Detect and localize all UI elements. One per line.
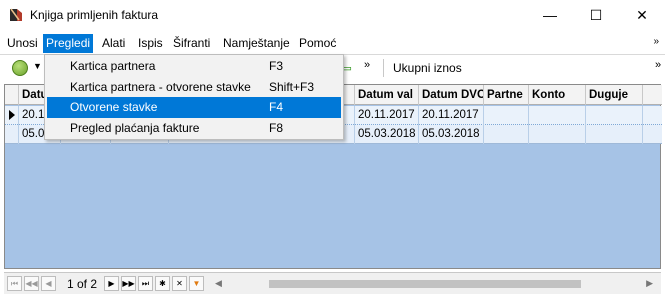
menu-item-shortcut: F4 [269, 100, 284, 114]
prev-record-button[interactable]: ◀ [41, 276, 56, 291]
cell-konto[interactable] [529, 125, 586, 144]
scrollbar-thumb[interactable] [269, 280, 581, 288]
maximize-icon: ☐ [589, 6, 603, 23]
current-row-icon [9, 110, 15, 120]
cell-datum-valute[interactable]: 05.03.2018 [355, 125, 419, 144]
app-icon [10, 8, 22, 21]
cell[interactable] [643, 106, 662, 125]
cell-partner[interactable] [484, 106, 529, 125]
close-button[interactable]: ✕ [619, 0, 665, 30]
first-page-button[interactable]: ⏮ [7, 276, 22, 291]
toolbar-divider [383, 59, 384, 77]
menu-item-shortcut: Shift+F3 [269, 80, 315, 94]
cell[interactable] [643, 125, 662, 144]
close-icon: ✕ [636, 6, 648, 23]
toolbar-overflow-icon[interactable]: » [364, 59, 370, 71]
prev-page-button[interactable]: ◀◀ [24, 276, 39, 291]
menu-item-otvorene-stavke[interactable]: Otvorene stavke F4 [47, 97, 341, 118]
minimize-button[interactable]: — [527, 0, 573, 30]
menu-item-shortcut: F8 [269, 121, 284, 135]
filter-icon[interactable]: ▼ [189, 276, 204, 291]
window-title: Knjiga primljenih faktura [30, 8, 159, 22]
row-selector[interactable] [5, 125, 19, 144]
scroll-right-icon[interactable]: ▶ [646, 278, 653, 289]
header-indicator [5, 85, 19, 105]
menu-item-pregled-placanja[interactable]: Pregled plaćanja fakture F8 [47, 118, 341, 139]
next-record-button[interactable]: ▶ [104, 276, 119, 291]
refresh-icon[interactable] [12, 60, 28, 76]
next-page-button[interactable]: ▶▶ [121, 276, 136, 291]
menu-label: Unosi [7, 36, 38, 50]
minimize-icon: — [543, 7, 557, 23]
horizontal-scrollbar[interactable]: ◀ ▶ [215, 276, 655, 292]
last-page-button[interactable]: ⏭ [138, 276, 153, 291]
menu-item-kartica-partnera[interactable]: Kartica partnera F3 [47, 56, 341, 77]
header-datum-valute[interactable]: Datum val [355, 85, 419, 105]
menu-pregledi[interactable]: Pregledi [43, 34, 94, 53]
pregledi-dropdown-menu: Kartica partnera F3 Kartica partnera - o… [44, 54, 344, 140]
chevron-down-icon[interactable]: ▼ [33, 61, 42, 71]
delete-record-icon[interactable]: ✕ [172, 276, 187, 291]
menu-bar: Unosi Pregledi Alati Ispis Šifranti Namj… [0, 33, 665, 54]
menu-label: Šifranti [173, 36, 211, 50]
menu-label: Pregledi [46, 36, 91, 50]
menu-item-label: Pregled plaćanja fakture [70, 121, 200, 135]
cell-datum-dvo[interactable]: 20.11.2017 [419, 106, 484, 125]
scroll-left-icon[interactable]: ◀ [215, 278, 222, 289]
page-indicator: 1 of 2 [66, 277, 98, 291]
header-partner[interactable]: Partne [484, 85, 529, 105]
row-selector[interactable] [5, 106, 19, 125]
menu-label: Ispis [138, 36, 163, 50]
menu-item-shortcut: F3 [269, 59, 284, 73]
toolbar-overflow-right-icon[interactable]: » [655, 59, 661, 71]
header-col10[interactable] [643, 85, 662, 105]
header-datum-dvo[interactable]: Datum DVC [419, 85, 484, 105]
menu-ispis[interactable]: Ispis [135, 34, 166, 53]
menu-sifranti[interactable]: Šifranti [170, 34, 213, 53]
total-amount-label: Ukupni iznos [393, 61, 462, 75]
menu-unosi[interactable]: Unosi [4, 34, 41, 53]
menu-overflow-icon[interactable]: » [653, 36, 659, 47]
header-konto[interactable]: Konto [529, 85, 586, 105]
menu-label: Alati [102, 36, 126, 50]
menu-item-label: Kartica partnera [70, 59, 156, 73]
title-bar: Knjiga primljenih faktura — ☐ ✕ [0, 0, 665, 30]
cell-konto[interactable] [529, 106, 586, 125]
cell-datum-valute[interactable]: 20.11.2017 [355, 106, 419, 125]
grid-navigator: ⏮ ◀◀ ◀ 1 of 2 ▶ ▶▶ ⏭ ✱ ✕ ▼ ◀ ▶ [4, 272, 661, 294]
cell-duguje[interactable] [586, 125, 643, 144]
new-record-icon[interactable]: ✱ [155, 276, 170, 291]
menu-namjestanje[interactable]: Namještanje [220, 34, 293, 53]
cell-partner[interactable] [484, 125, 529, 144]
menu-item-label: Kartica partnera - otvorene stavke [70, 80, 251, 94]
header-duguje[interactable]: Duguje [586, 85, 643, 105]
menu-item-kartica-partnera-otvorene[interactable]: Kartica partnera - otvorene stavke Shift… [47, 77, 341, 98]
cell-duguje[interactable] [586, 106, 643, 125]
maximize-button[interactable]: ☐ [573, 0, 619, 30]
menu-label: Pomoć [299, 36, 337, 50]
menu-alati[interactable]: Alati [99, 34, 128, 53]
cell-datum-dvo[interactable]: 05.03.2018 [419, 125, 484, 144]
menu-item-label: Otvorene stavke [70, 100, 158, 114]
menu-pomoc[interactable]: Pomoć [296, 34, 339, 53]
menu-label: Namještanje [223, 36, 290, 50]
